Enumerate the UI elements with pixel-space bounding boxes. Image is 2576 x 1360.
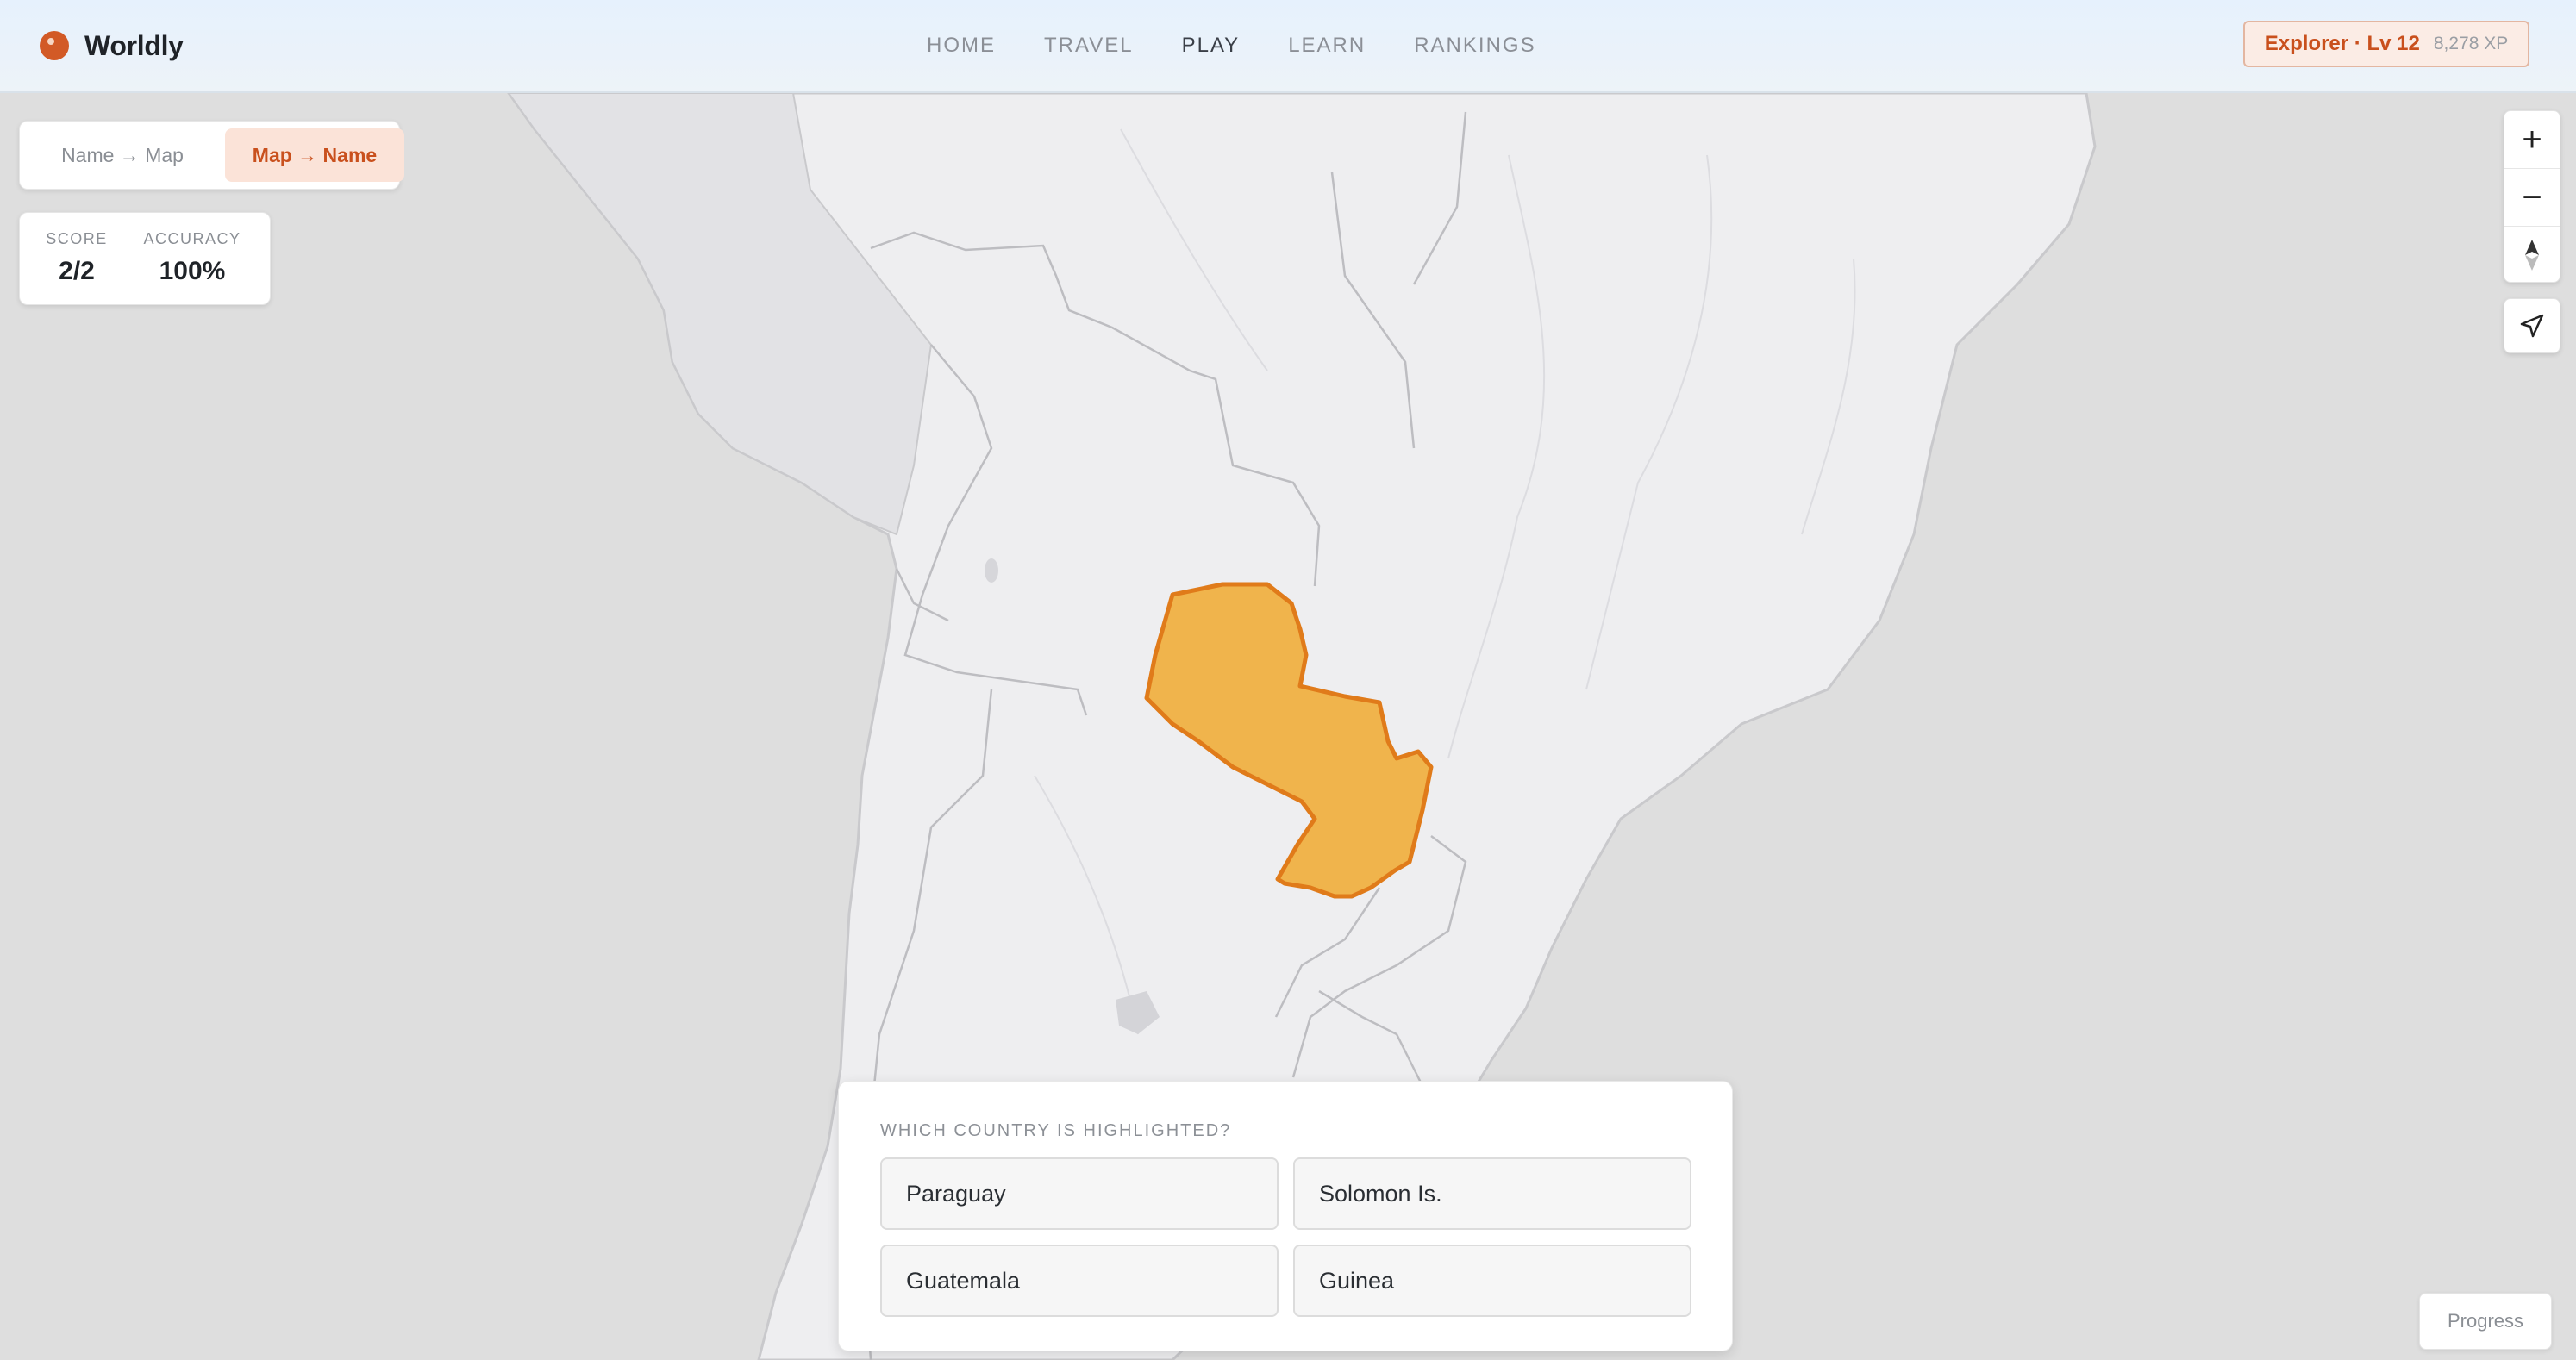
nav-home[interactable]: HOME [927,31,996,60]
accuracy-value: 100% [159,257,226,285]
answer-choice[interactable]: Guinea [1293,1245,1691,1317]
nav-play[interactable]: PLAY [1182,31,1241,60]
mode-toggle: Name → Map Map → Name [19,121,404,190]
map-controls: + − [2504,110,2560,283]
user-level: Explorer · Lv 12 [2264,32,2420,55]
mode-name-to-map-button[interactable]: Name → Map [27,128,218,182]
question-prompt: WHICH COUNTRY IS HIGHLIGHTED? [880,1121,1232,1140]
nav-learn[interactable]: LEARN [1288,31,1366,60]
globe-logo-icon [40,31,69,60]
lake [985,558,998,583]
top-navbar: Worldly HOME TRAVEL PLAY LEARN RANKINGS … [0,0,2576,93]
user-xp: 8,278 XP [2433,34,2509,53]
user-level-badge[interactable]: Explorer · Lv 12 8,278 XP [2243,21,2529,67]
question-panel: WHICH COUNTRY IS HIGHLIGHTED? Paraguay S… [838,1081,1733,1351]
zoom-out-button[interactable]: − [2504,169,2560,227]
app-name: Worldly [84,29,184,61]
mode-map-to-name-button[interactable]: Map → Name [225,128,404,182]
locate-arrow-icon [2520,314,2544,338]
score-label: SCORE [46,230,108,247]
compass-button[interactable] [2504,227,2560,282]
score-value: 2/2 [59,257,95,285]
main-nav: HOME TRAVEL PLAY LEARN RANKINGS [927,31,1536,60]
score-card: SCORE 2/2 ACCURACY 100% [19,212,271,305]
brand[interactable]: Worldly [40,26,184,66]
answer-choice[interactable]: Solomon Is. [1293,1157,1691,1230]
answer-choice[interactable]: Guatemala [880,1245,1279,1317]
accuracy-label: ACCURACY [143,230,241,247]
score-stat: SCORE 2/2 [46,230,108,286]
locate-button[interactable] [2504,298,2560,353]
nav-travel[interactable]: TRAVEL [1044,31,1134,60]
accuracy-stat: ACCURACY 100% [141,230,244,286]
nav-rankings[interactable]: RANKINGS [1414,31,1535,60]
progress-button[interactable]: Progress [2419,1293,2552,1350]
answer-choice[interactable]: Paraguay [880,1157,1279,1230]
compass-icon [2525,240,2539,271]
zoom-in-button[interactable]: + [2504,111,2560,169]
